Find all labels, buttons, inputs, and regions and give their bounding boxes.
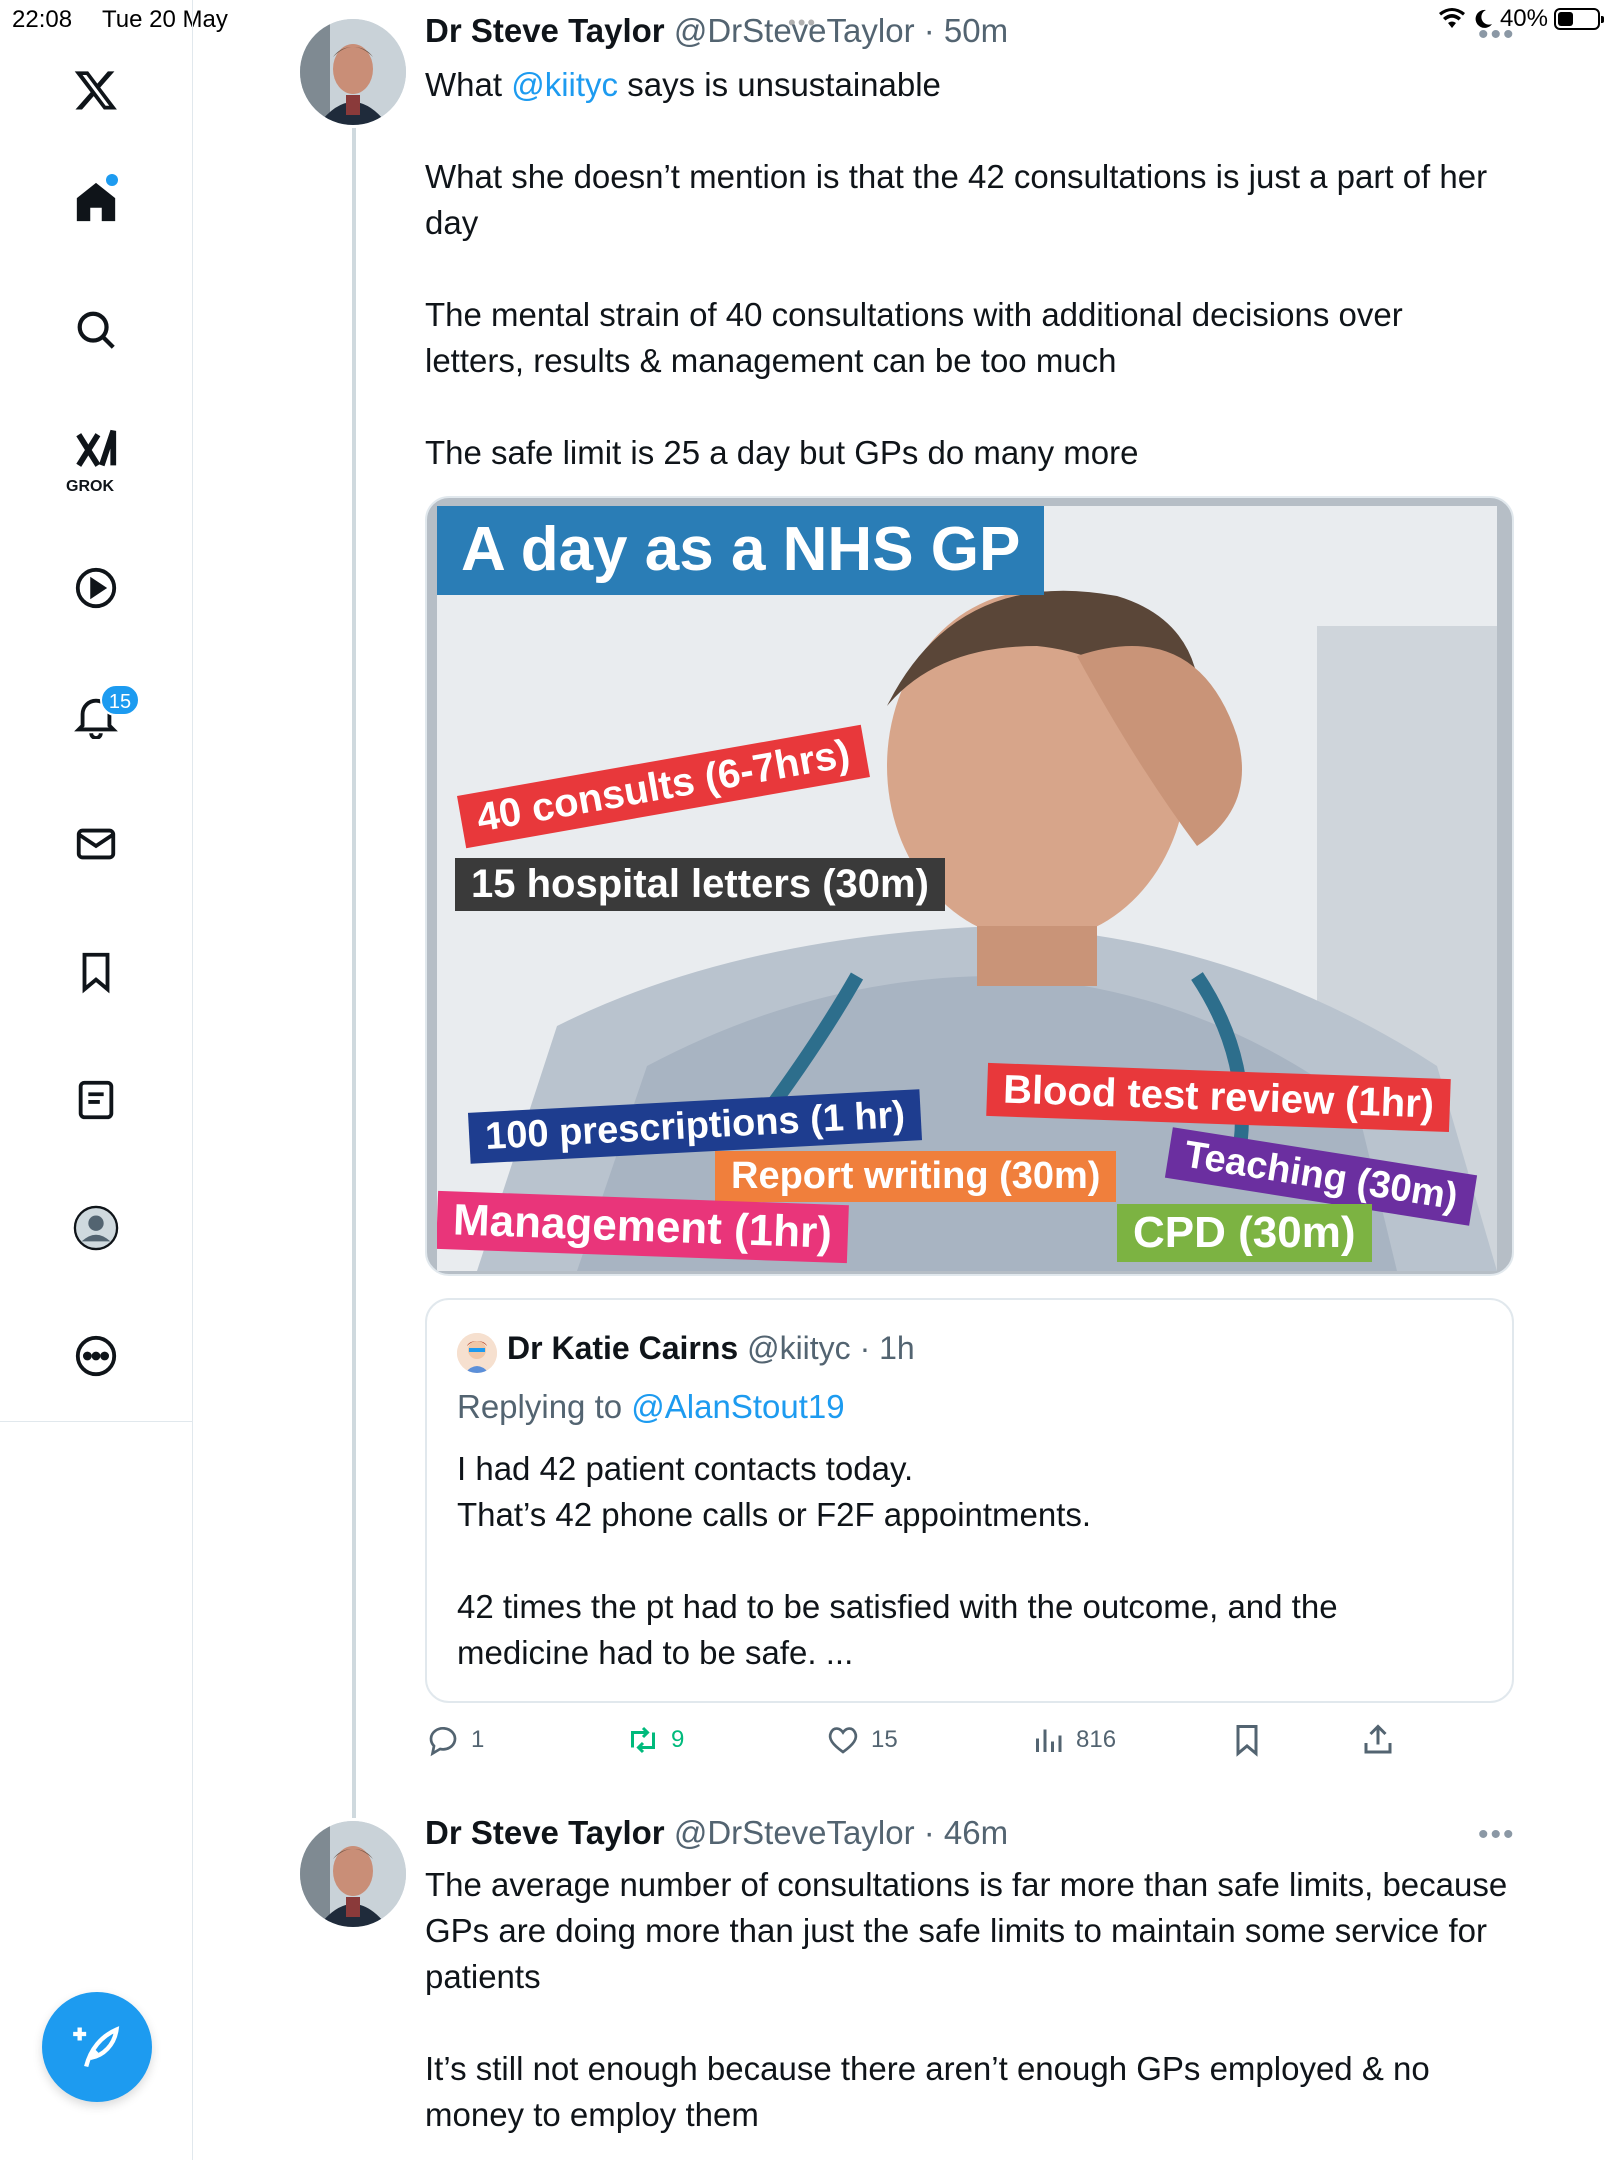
repost-button[interactable]: 9 [625, 1722, 684, 1758]
views-chart-icon [1036, 1729, 1062, 1752]
author-handle[interactable]: @DrSteveTaylor [674, 1814, 915, 1851]
tweet-text-suffix: says is unsustainable [618, 66, 941, 103]
author-avatar[interactable] [300, 1821, 406, 1927]
image-content: A day as a NHS GP 40 consults (6-7hrs) 1… [437, 506, 1497, 1271]
tweet-time[interactable]: · 50m [924, 12, 1008, 49]
notifications-badge: 15 [100, 684, 140, 716]
tweet-paragraph: What she doesn’t mention is that the 42 … [425, 158, 1497, 241]
views-button[interactable]: 816 [1030, 1722, 1116, 1758]
search-icon[interactable] [70, 304, 122, 356]
tweet-paragraph: The safe limit is 25 a day but GPs do ma… [425, 434, 1139, 471]
quoted-tweet-header: Dr Katie Cairns @kiityc · 1h [507, 1330, 915, 1367]
tweet-more-options-icon[interactable]: ••• [1478, 18, 1516, 52]
tweet-text-prefix: What [425, 66, 512, 103]
quoted-tweet-time: · 1h [859, 1330, 915, 1366]
tweet-paragraph: The average number of consultations is f… [425, 1866, 1517, 1995]
quoted-author-avatar [457, 1333, 497, 1373]
grok-label: GROK [66, 478, 114, 495]
lists-icon[interactable] [70, 1074, 122, 1126]
tweet-paragraph: It’s still not enough because there aren… [425, 2050, 1439, 2133]
author-name[interactable]: Dr Steve Taylor [425, 1814, 665, 1851]
share-icon [1364, 1724, 1392, 1754]
battery-icon [1554, 8, 1604, 30]
bookmark-icon[interactable] [70, 946, 122, 998]
video-icon[interactable] [70, 562, 122, 614]
replying-to-prefix: Replying to [457, 1388, 632, 1425]
wifi-icon [1438, 8, 1465, 28]
heart-icon [828, 1727, 858, 1754]
tweet-paragraph: The mental strain of 40 consultations wi… [425, 296, 1412, 379]
profile-avatar-icon[interactable] [70, 1202, 122, 1254]
views-count: 816 [1076, 1726, 1117, 1753]
quoted-tweet-card[interactable]: Dr Katie Cairns @kiityc · 1h Replying to… [425, 1298, 1514, 1703]
sidebar-divider [192, 1422, 193, 2160]
tweet-text-line-1: What @kiityc says is unsustainable [425, 62, 1510, 108]
quoted-author-handle: @kiityc [747, 1330, 851, 1366]
home-unread-dot [106, 174, 118, 186]
compose-post-button[interactable] [42, 1992, 152, 2102]
image-title: A day as a NHS GP [437, 506, 1045, 595]
messages-envelope-icon[interactable] [70, 818, 122, 870]
repost-count: 9 [671, 1726, 685, 1753]
mention-link[interactable]: @kiityc [511, 66, 618, 103]
tweet-header: Dr Steve Taylor @DrSteveTaylor · 46m [425, 1814, 1008, 1852]
bookmark-button[interactable] [1229, 1722, 1265, 1758]
repost-icon [631, 1726, 655, 1754]
tweet-time[interactable]: · 46m [924, 1814, 1008, 1851]
image-tag-cpd: CPD (30m) [1117, 1204, 1372, 1262]
like-button[interactable]: 15 [825, 1722, 898, 1758]
x-logo-icon[interactable] [70, 64, 122, 116]
replying-to-line: Replying to @AlanStout19 [457, 1388, 845, 1426]
image-tag-report-writing: Report writing (30m) [715, 1151, 1117, 1202]
author-handle[interactable]: @DrSteveTaylor [674, 12, 915, 49]
image-tag-letters: 15 hospital letters (30m) [455, 858, 945, 911]
author-name[interactable]: Dr Steve Taylor [425, 12, 665, 49]
author-avatar[interactable] [300, 19, 406, 125]
thread-connector-line [352, 128, 356, 1818]
bookmark-icon [1236, 1725, 1258, 1757]
more-circle-icon[interactable] [70, 1330, 122, 1382]
compose-feather-icon [73, 2026, 120, 2068]
reply-button[interactable]: 1 [425, 1722, 484, 1758]
sidebar: GROK 15 [0, 0, 193, 1422]
status-indicators: 40% [1438, 5, 1604, 33]
reply-icon [429, 1727, 457, 1757]
tweet-more-options-icon[interactable]: ••• [1478, 1818, 1516, 1852]
quoted-author-name: Dr Katie Cairns [507, 1330, 739, 1366]
reply-count: 1 [471, 1726, 485, 1753]
grok-icon[interactable] [70, 424, 122, 476]
tweet-image[interactable]: A day as a NHS GP 40 consults (6-7hrs) 1… [425, 496, 1514, 1276]
quoted-tweet-text: I had 42 patient contacts today. That’s … [457, 1450, 1338, 1671]
like-count: 15 [871, 1726, 898, 1753]
tweet-header: Dr Steve Taylor @DrSteveTaylor · 50m [425, 12, 1008, 50]
replying-to-mention[interactable]: @AlanStout19 [631, 1388, 844, 1425]
share-button[interactable] [1360, 1722, 1396, 1758]
battery-fill [1558, 12, 1574, 26]
tweet-action-bar: 1 9 15 816 [425, 1722, 1425, 1768]
